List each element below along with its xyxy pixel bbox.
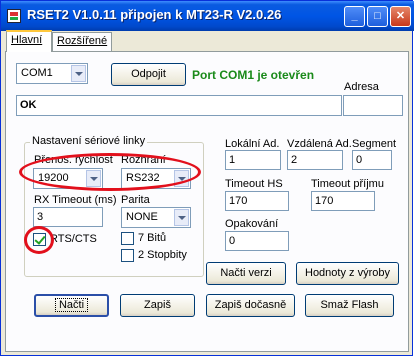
factory-values-button[interactable]: Hodnoty z výroby — [296, 262, 399, 285]
read-button-label: Načti — [54, 298, 89, 312]
seven-bits-checkbox[interactable] — [121, 232, 134, 245]
write-button[interactable]: Zapiš — [120, 294, 195, 317]
app-window: RSET2 V1.0.11 připojen k MT23-R V2.0.26 … — [0, 0, 414, 356]
remote-address-label: Vzdálená Ad. — [287, 138, 352, 150]
write-temp-button-label: Zapiš dočasně — [214, 299, 287, 311]
read-version-label: Načti verzi — [220, 267, 272, 279]
port-status-text: Port COM1 je otevřen — [192, 68, 315, 82]
port-select[interactable]: COM1 — [16, 63, 88, 84]
rx-timeout-label: RX Timeout (ms) — [34, 194, 117, 206]
segment-label: Segment — [352, 138, 397, 150]
maximize-button[interactable]: □ — [367, 6, 388, 27]
disconnect-button-label: Odpojit — [131, 68, 166, 80]
disconnect-button[interactable]: Odpojit — [111, 63, 186, 86]
erase-flash-button-label: Smaž Flash — [320, 299, 379, 311]
rts-cts-label: RTS/CTS — [50, 233, 97, 245]
seven-bits-label: 7 Bitů — [138, 232, 167, 244]
local-address-label: Lokální Ad. — [225, 138, 280, 150]
minimize-button[interactable]: _ — [344, 6, 365, 27]
two-stopbits-label: 2 Stopbity — [138, 249, 187, 261]
chevron-down-icon[interactable] — [71, 65, 86, 82]
factory-values-label: Hodnoty z výroby — [305, 267, 390, 279]
tab-rozsirene-label: Rozšířené — [57, 35, 108, 47]
tab-hlavni[interactable]: Hlavní — [6, 30, 52, 52]
two-stopbits-checkbox[interactable] — [121, 249, 134, 262]
erase-flash-button[interactable]: Smaž Flash — [305, 294, 394, 317]
local-address-input[interactable]: 1 — [225, 150, 281, 170]
parity-label: Parita — [121, 194, 150, 206]
read-button[interactable]: Načti — [34, 294, 109, 317]
read-version-button[interactable]: Načti verzi — [206, 262, 286, 285]
remote-address-input[interactable]: 2 — [287, 150, 343, 170]
write-button-label: Zapiš — [144, 299, 171, 311]
main-tab-panel: COM1 Odpojit Port COM1 je otevřen Adresa… — [5, 51, 409, 352]
chevron-down-icon[interactable] — [174, 209, 189, 226]
parity-select-value: NONE — [126, 211, 158, 223]
timeout-hs-label: Timeout HS — [225, 178, 283, 190]
app-icon — [7, 9, 21, 23]
response-field[interactable]: OK — [16, 95, 342, 116]
port-select-value: COM1 — [21, 67, 53, 79]
retries-label: Opakování — [225, 218, 279, 230]
segment-input[interactable]: 0 — [352, 150, 392, 170]
parity-select[interactable]: NONE — [121, 207, 191, 228]
highlight-ellipse-serial — [19, 153, 201, 191]
adresa-label: Adresa — [344, 81, 379, 93]
timeout-hs-input[interactable]: 170 — [225, 191, 289, 211]
adresa-input[interactable] — [343, 95, 403, 116]
window-title: RSET2 V1.0.11 připojen k MT23-R V2.0.26 — [27, 7, 282, 22]
write-temp-button[interactable]: Zapiš dočasně — [206, 294, 295, 317]
title-bar[interactable]: RSET2 V1.0.11 připojen k MT23-R V2.0.26 … — [1, 1, 414, 31]
timeout-rx-label: Timeout příjmu — [311, 178, 384, 190]
retries-input[interactable]: 0 — [225, 231, 289, 251]
serial-settings-legend: Nastavení sériové linky — [30, 135, 148, 147]
highlight-ellipse-rts — [24, 226, 54, 254]
tab-hlavni-label: Hlavní — [11, 34, 43, 46]
timeout-rx-input[interactable]: 170 — [311, 191, 375, 211]
tab-rozsirene[interactable]: Rozšířené — [52, 32, 112, 51]
close-button[interactable]: ✕ — [390, 6, 411, 27]
rx-timeout-input[interactable]: 3 — [33, 207, 103, 227]
